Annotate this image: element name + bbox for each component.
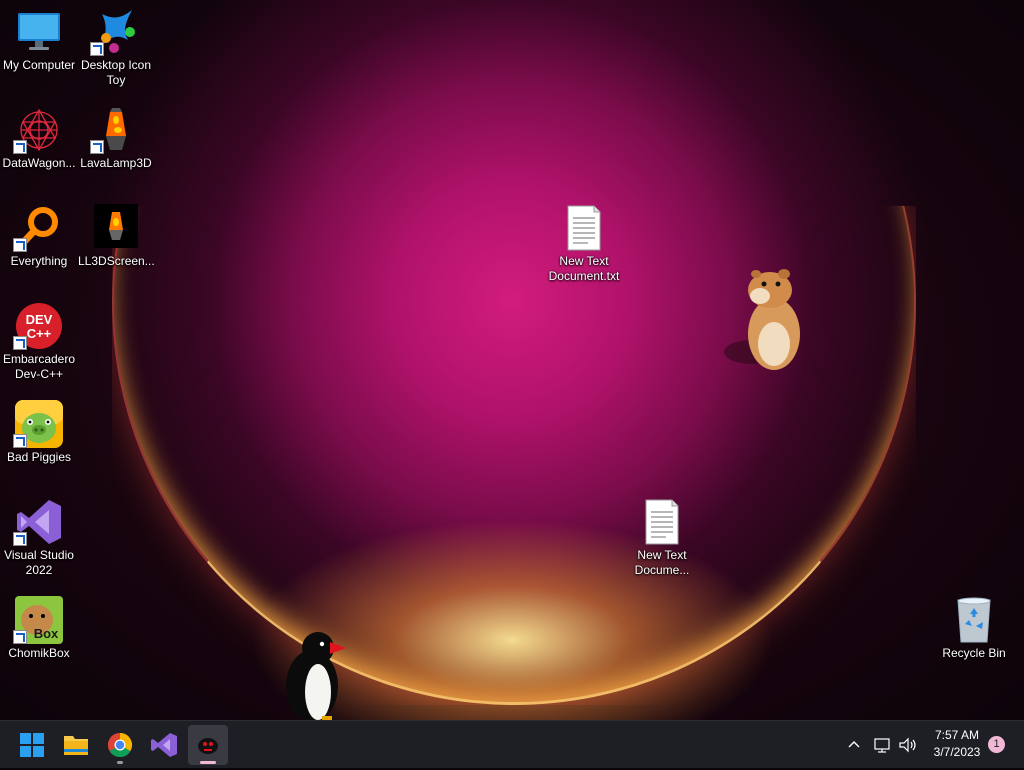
dev-cpp-icon: DEV C++ (13, 302, 63, 350)
penguin-desktop-pet[interactable] (282, 628, 352, 722)
hamster-desktop-pet[interactable] (722, 268, 808, 374)
notification-count: 1 (993, 738, 1000, 750)
network-icon (874, 738, 890, 753)
desktop-icon-label: ChomikBox (8, 646, 70, 660)
desktop-icon-label: Bad Piggies (6, 450, 72, 464)
desktop-icon-my-computer[interactable]: My Computer (1, 8, 77, 73)
active-indicator (200, 761, 216, 764)
shortcut-arrow-icon (13, 140, 27, 154)
volume-button[interactable] (896, 733, 920, 757)
desktop-icon-label: DataWagon... (2, 156, 76, 170)
desktop-icon-label: Embarcadero Dev-C++ (2, 352, 76, 381)
desktop-icon-embarcadero-dev-cpp[interactable]: DEV C++ Embarcadero Dev-C++ (1, 302, 77, 382)
chrome-icon (107, 733, 133, 758)
desktop-icon-recycle-bin[interactable]: Recycle Bin (936, 596, 1012, 661)
desktop-icon-label: New Text Docume... (634, 548, 690, 577)
desktop-icon-visual-studio-2022[interactable]: Visual Studio 2022 (1, 498, 77, 578)
visual-studio-icon (13, 498, 63, 546)
desktop-icon-lavalamp3d[interactable]: LavaLamp3D (78, 106, 154, 171)
desktop-icon-bad-piggies[interactable]: Bad Piggies (1, 400, 77, 465)
chomikbox-icon: Box (13, 596, 63, 644)
desktop-icon-new-text-document-2[interactable]: New Text Docume... (624, 498, 700, 578)
text-document-icon (560, 204, 608, 252)
dev-cpp-badge-line1: DEV (26, 312, 53, 327)
lava-lamp-screensaver-icon (92, 204, 140, 252)
dev-cpp-badge-line2: C++ (27, 326, 52, 341)
desktop-icon-label: Visual Studio 2022 (4, 548, 74, 577)
clock-time: 7:57 AM (934, 728, 980, 742)
recycle-bin-icon (950, 596, 998, 644)
file-explorer-button[interactable] (56, 725, 96, 765)
taskbar: 7:57 AM 3/7/2023 1 (0, 720, 1024, 768)
desktop-icon-everything[interactable]: Everything (1, 204, 77, 269)
desktop-icon-label: Everything (10, 254, 68, 268)
desktop-icon-label: Desktop Icon Toy (80, 58, 152, 87)
desktop-icon-desktop-icon-toy[interactable]: Desktop Icon Toy (78, 8, 154, 88)
visual-studio-button[interactable] (144, 725, 184, 765)
speaker-icon (899, 737, 916, 753)
desktop-icon-label: My Computer (2, 58, 76, 72)
shortcut-arrow-icon (13, 336, 27, 350)
desktop-icon-label: New Text Document.txt (548, 254, 620, 283)
text-document-icon (638, 498, 686, 546)
shortcut-arrow-icon (13, 238, 27, 252)
start-button[interactable] (12, 725, 52, 765)
desktop-icon-datawagon[interactable]: DataWagon... (1, 106, 77, 171)
desktop-icon-label: LavaLamp3D (80, 156, 152, 170)
clock-button[interactable]: 7:57 AM 3/7/2023 (924, 727, 990, 763)
visual-studio-icon (151, 733, 177, 757)
desktop-icon-toy-icon (90, 8, 140, 56)
shortcut-arrow-icon (90, 140, 104, 154)
chevron-up-icon (848, 741, 860, 748)
shortcut-arrow-icon (13, 532, 27, 546)
datawagon-icon (13, 106, 63, 154)
file-explorer-icon (64, 736, 88, 755)
desktop-icon-chomikbox[interactable]: Box ChomikBox (1, 596, 77, 661)
network-button[interactable] (870, 733, 894, 757)
notification-badge[interactable]: 1 (988, 736, 1005, 753)
lava-lamp-icon (90, 106, 140, 154)
chomikbox-badge: Box (34, 626, 59, 641)
desktop-icon-new-text-document-1[interactable]: New Text Document.txt (546, 204, 622, 284)
clock-date: 3/7/2023 (933, 745, 981, 759)
start-icon (20, 733, 44, 757)
shortcut-arrow-icon (13, 434, 27, 448)
running-indicator (117, 761, 123, 764)
shortcut-arrow-icon (13, 630, 27, 644)
chrome-button[interactable] (100, 725, 140, 765)
desktop-icon-label: Recycle Bin (942, 646, 1006, 660)
penguin-app-button[interactable] (188, 725, 228, 765)
monitor-icon (15, 8, 63, 56)
shortcut-arrow-icon (90, 42, 104, 56)
bad-piggies-icon (13, 400, 63, 448)
show-hidden-icons-button[interactable] (842, 733, 866, 757)
desktop-icon-ll3dscreen[interactable]: LL3DScreen... (78, 204, 155, 269)
desktop-icon-label: LL3DScreen... (78, 254, 155, 268)
magnifier-icon (13, 204, 63, 252)
penguin-app-icon (198, 738, 218, 754)
